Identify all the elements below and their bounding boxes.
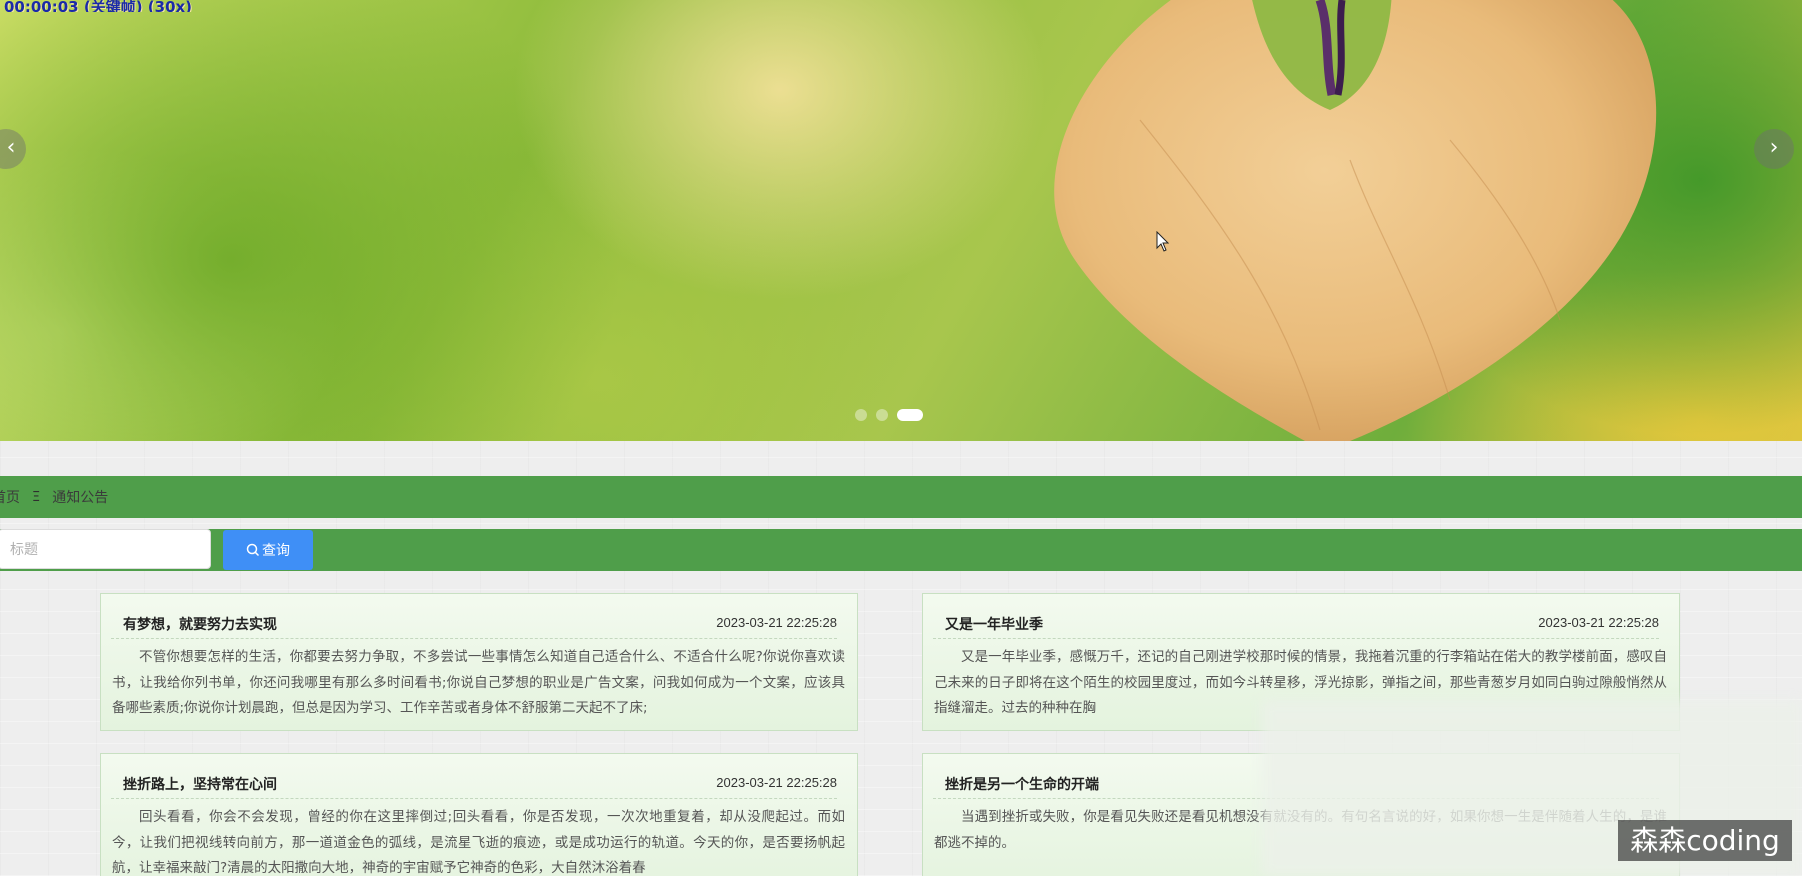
news-excerpt: 不管你想要怎样的生活，你都要去努力争取，不多尝试一些事情怎么知道自己适合什么、不… [112,649,845,716]
news-title[interactable]: 又是一年毕业季 [945,614,1043,634]
news-excerpt: 当遇到挫折或失败，你是看见失败还是看见机想没有就没有的。有句名言说的好，如果你想… [934,809,1667,851]
news-title[interactable]: 挫折是另一个生命的开端 [945,774,1099,794]
breadcrumb-separator-icon: Ξ [32,489,41,505]
carousel-next-button[interactable]: › [1754,129,1794,169]
heart-banner-image [1054,0,1657,441]
banner-carousel[interactable]: 00:00:03 (关键帧) (30x) ‹ › [0,0,1802,441]
title-search-input[interactable] [0,529,211,569]
search-bar: 查询 [0,529,1802,571]
news-card[interactable]: 有梦想，就要努力去实现 2023-03-21 22:25:28 不管你想要怎样的… [100,593,858,731]
news-card-header: 有梦想，就要努力去实现 2023-03-21 22:25:28 [111,594,837,639]
video-timestamp-text: 00:00:03 (关键帧) (30x) [4,0,193,12]
news-card[interactable]: 又是一年毕业季 2023-03-21 22:25:28 又是一年毕业季，感慨万千… [922,593,1680,731]
carousel-dot[interactable] [876,409,888,421]
news-title[interactable]: 挫折路上，坚持常在心间 [123,774,277,794]
news-date: 2023-03-21 22:25:28 [716,615,837,630]
news-card[interactable]: 挫折是另一个生命的开端 当遇到挫折或失败，你是看见失败还是看见机想没有就没有的。… [922,753,1680,876]
mouse-cursor-icon [1156,231,1170,252]
search-button[interactable]: 查询 [223,530,313,570]
search-icon [246,543,260,557]
carousel-indicators [855,409,923,421]
news-excerpt: 回头看看，你会不会发现，曾经的你在这里摔倒过;回头看看，你是否发现，一次次地重复… [112,809,845,876]
breadcrumb-home-link[interactable]: 首页 [0,487,20,507]
carousel-dot[interactable] [855,409,867,421]
news-date: 2023-03-21 22:25:28 [716,775,837,790]
carousel-prev-button[interactable]: ‹ [0,129,26,169]
news-title[interactable]: 有梦想，就要努力去实现 [123,614,277,634]
breadcrumb-current: 通知公告 [52,490,109,506]
breadcrumb: 首页 Ξ 通知公告 [0,476,1802,518]
carousel-dot-active[interactable] [897,409,923,421]
news-card-header: 挫折路上，坚持常在心间 2023-03-21 22:25:28 [111,754,837,799]
news-card-header: 又是一年毕业季 2023-03-21 22:25:28 [933,594,1659,639]
news-date: 2023-03-21 22:25:28 [1538,615,1659,630]
search-button-label: 查询 [262,543,290,559]
news-card-header: 挫折是另一个生命的开端 [933,754,1659,799]
news-card[interactable]: 挫折路上，坚持常在心间 2023-03-21 22:25:28 回头看看，你会不… [100,753,858,876]
watermark-text: 森森coding [1618,820,1792,861]
news-excerpt: 又是一年毕业季，感慨万千，还记的自己刚进学校那时候的情景，我拖着沉重的行李箱站在… [934,649,1667,716]
